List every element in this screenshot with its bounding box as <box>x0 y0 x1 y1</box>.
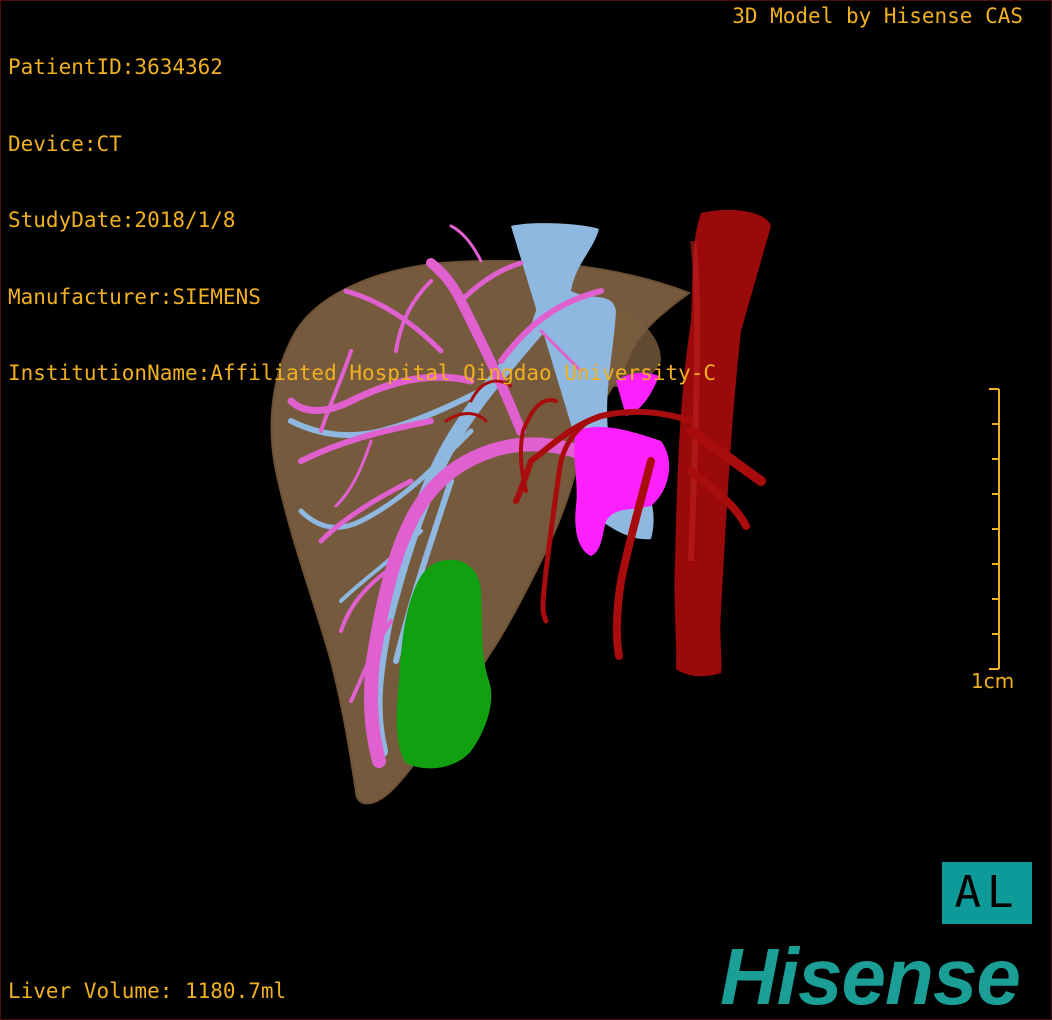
liver-volume: Liver Volume: 1180.7ml <box>8 979 287 1003</box>
study-info-panel: PatientID:3634362 Device:CT StudyDate:20… <box>8 4 716 438</box>
model-credit: 3D Model by Hisense CAS <box>732 4 1023 28</box>
manufacturer: Manufacturer:SIEMENS <box>8 284 261 309</box>
hisense-logo: Hisense <box>720 932 1021 1020</box>
institution-name: InstitutionName:Affiliated Hospital Qing… <box>8 361 717 385</box>
scale-bar <box>989 388 1000 670</box>
3d-viewport[interactable]: PatientID:3634362 Device:CT StudyDate:20… <box>0 0 1052 1020</box>
scale-label: 1cm <box>971 669 1015 693</box>
study-date: StudyDate:2018/1/8 <box>8 208 236 232</box>
patient-id: PatientID:3634362 <box>8 55 223 79</box>
portal-trunk <box>574 426 670 556</box>
device: Device:CT <box>8 131 122 156</box>
orientation-cube-button[interactable]: AL <box>942 862 1032 924</box>
